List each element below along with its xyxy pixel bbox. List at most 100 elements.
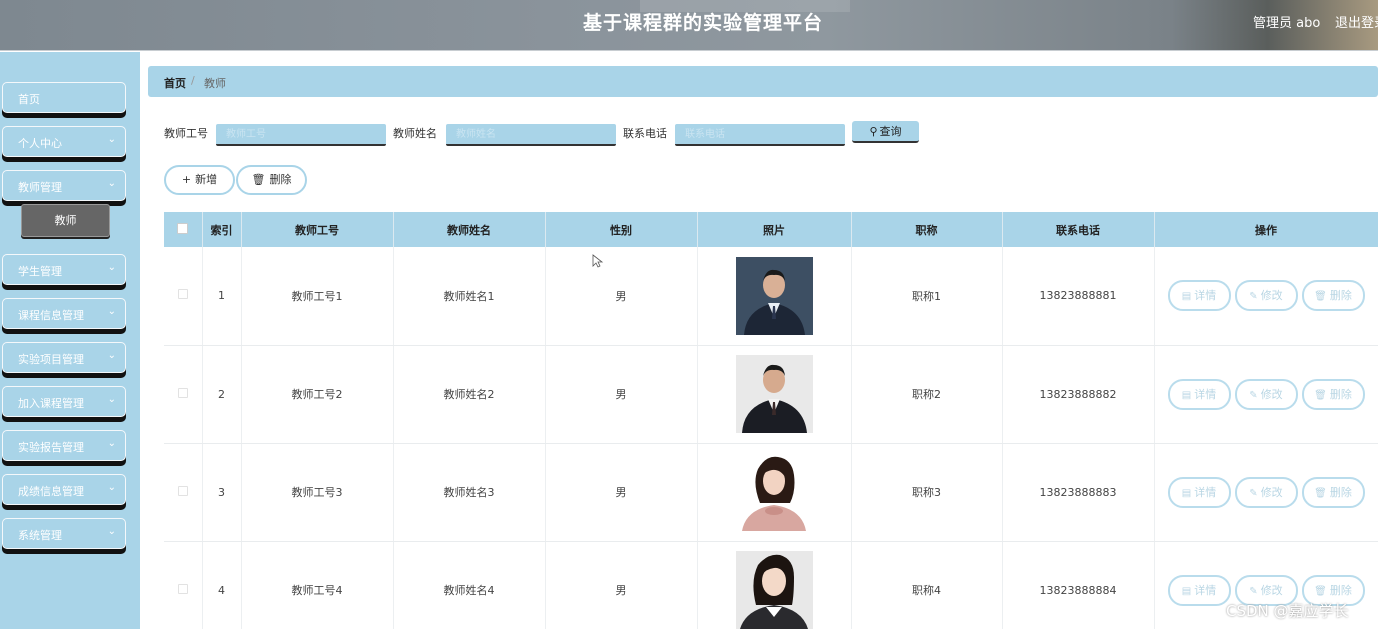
cell-teacher-no: 教师工号2 — [241, 345, 394, 444]
cell-teacher-name: 教师姓名3 — [393, 443, 546, 542]
detail-button[interactable]: ▤ 详情 — [1167, 574, 1231, 606]
cell-phone: 13823888883 — [1002, 443, 1155, 542]
detail-button[interactable]: ▤ 详情 — [1167, 280, 1231, 312]
table-row: 4 教师工号4 教师姓名4 男 职称4 13823888884 ▤ 详情 ✎ 修… — [164, 541, 1378, 629]
cell-teacher-name: 教师姓名1 — [393, 247, 546, 346]
chevron-down-icon: ⌄ — [107, 350, 116, 361]
cell-phone: 13823888881 — [1002, 247, 1155, 346]
chevron-down-icon: ⌄ — [107, 134, 116, 145]
teacher-photo — [735, 453, 813, 531]
chevron-down-icon: ⌄ — [107, 526, 116, 537]
row-delete-label: 删除 — [1329, 387, 1352, 401]
sidebar-item-label: 实验项目管理 — [18, 353, 84, 366]
table-row: 2 教师工号2 教师姓名2 男 职称2 13823888882 ▤ 详情 ✎ 修… — [164, 345, 1378, 444]
row-delete-label: 删除 — [1329, 289, 1352, 303]
sidebar-item-join-course[interactable]: 加入课程管理 ⌄ — [2, 386, 126, 417]
cell-gender: 男 — [545, 247, 698, 346]
row-select-cell — [164, 541, 203, 629]
edit-label: 修改 — [1260, 583, 1283, 597]
row-checkbox[interactable] — [177, 583, 188, 594]
detail-label: 详情 — [1194, 289, 1217, 303]
row-delete-button[interactable]: 🗑 删除 — [1301, 476, 1365, 508]
detail-button[interactable]: ▤ 详情 — [1167, 476, 1231, 508]
cell-title: 职称4 — [851, 541, 1003, 629]
edit-label: 修改 — [1260, 289, 1283, 303]
plus-icon: + — [181, 173, 192, 186]
cell-actions: ▤ 详情 ✎ 修改 🗑 删除 — [1154, 443, 1378, 542]
sidebar-item-teacher-management[interactable]: 教师管理 ⌄ — [2, 170, 126, 201]
detail-button[interactable]: ▤ 详情 — [1167, 378, 1231, 410]
chevron-down-icon: ⌄ — [107, 394, 116, 405]
pencil-icon: ✎ — [1249, 389, 1258, 401]
sidebar-item-label: 个人中心 — [18, 137, 62, 150]
sidebar-item-label: 加入课程管理 — [18, 397, 84, 410]
phone-input[interactable] — [675, 124, 845, 146]
cell-index: 2 — [202, 345, 242, 444]
edit-label: 修改 — [1260, 387, 1283, 401]
cell-gender: 男 — [545, 443, 698, 542]
document-icon: ▤ — [1181, 389, 1192, 401]
sidebar-item-student-management[interactable]: 学生管理 ⌄ — [2, 254, 126, 285]
trash-icon: 🗑 — [1314, 487, 1327, 499]
sidebar-subitem-teacher[interactable]: 教师 — [21, 204, 110, 237]
sidebar-item-grade-info[interactable]: 成绩信息管理 ⌄ — [2, 474, 126, 505]
cell-title: 职称2 — [851, 345, 1003, 444]
row-checkbox[interactable] — [177, 387, 188, 398]
teacher-no-input[interactable] — [216, 124, 386, 146]
sidebar-item-label: 实验报告管理 — [18, 441, 84, 454]
edit-button[interactable]: ✎ 修改 — [1234, 378, 1298, 410]
cell-index: 3 — [202, 443, 242, 542]
cell-photo — [697, 247, 852, 346]
sidebar-item-label: 课程信息管理 — [18, 309, 84, 322]
row-select-cell — [164, 345, 203, 444]
cell-teacher-name: 教师姓名2 — [393, 345, 546, 444]
sidebar-item-label: 成绩信息管理 — [18, 485, 84, 498]
row-select-cell — [164, 247, 203, 346]
col-header-gender: 性别 — [545, 212, 698, 247]
pencil-icon: ✎ — [1249, 487, 1258, 499]
edit-button[interactable]: ✎ 修改 — [1234, 476, 1298, 508]
query-button[interactable]: ⚲ 查询 — [852, 121, 919, 143]
sidebar-item-experiment-project[interactable]: 实验项目管理 ⌄ — [2, 342, 126, 373]
sidebar-item-course-info[interactable]: 课程信息管理 ⌄ — [2, 298, 126, 329]
col-header-teacher-no: 教师工号 — [241, 212, 394, 247]
logout-link[interactable]: 退出登录 — [1335, 12, 1378, 31]
table-header-row: 索引 教师工号 教师姓名 性别 照片 职称 联系电话 操作 — [164, 212, 1378, 247]
sidebar-item-label: 首页 — [18, 93, 40, 106]
query-label: 查询 — [879, 125, 902, 138]
sidebar-item-personal-center[interactable]: 个人中心 ⌄ — [2, 126, 126, 157]
cell-photo — [697, 345, 852, 444]
row-checkbox[interactable] — [177, 485, 188, 496]
chevron-down-icon: ⌄ — [107, 482, 116, 493]
row-checkbox[interactable] — [177, 289, 188, 300]
sidebar-item-experiment-report[interactable]: 实验报告管理 ⌄ — [2, 430, 126, 461]
trash-icon: 🗑 — [1314, 585, 1327, 597]
teacher-name-input[interactable] — [446, 124, 616, 146]
chevron-down-icon: ⌄ — [107, 178, 116, 189]
cell-teacher-no: 教师工号1 — [241, 247, 394, 346]
select-all-checkbox[interactable] — [177, 222, 189, 234]
row-delete-button[interactable]: 🗑 删除 — [1301, 378, 1365, 410]
sidebar-item-system-management[interactable]: 系统管理 ⌄ — [2, 518, 126, 549]
batch-delete-button[interactable]: 🗑 删除 — [236, 165, 307, 195]
teacher-photo — [735, 355, 813, 433]
breadcrumb-home[interactable]: 首页 — [164, 75, 186, 91]
document-icon: ▤ — [1181, 487, 1192, 499]
cell-title: 职称3 — [851, 443, 1003, 542]
edit-button[interactable]: ✎ 修改 — [1234, 280, 1298, 312]
cell-phone: 13823888884 — [1002, 541, 1155, 629]
col-header-teacher-name: 教师姓名 — [393, 212, 546, 247]
detail-label: 详情 — [1194, 387, 1217, 401]
row-delete-label: 删除 — [1329, 583, 1352, 597]
select-all-cell — [164, 212, 203, 247]
cell-index: 1 — [202, 247, 242, 346]
chevron-down-icon: ⌄ — [107, 438, 116, 449]
add-button[interactable]: + 新增 — [164, 165, 235, 195]
sidebar-item-home[interactable]: 首页 — [2, 82, 126, 113]
detail-label: 详情 — [1194, 583, 1217, 597]
document-icon: ▤ — [1181, 291, 1192, 303]
row-delete-label: 删除 — [1329, 485, 1352, 499]
sidebar-item-label: 系统管理 — [18, 529, 62, 542]
sidebar: 首页 个人中心 ⌄ 教师管理 ⌄ 教师 学生管理 ⌄ 课程信息管理 ⌄ 实验项目… — [0, 52, 140, 629]
row-delete-button[interactable]: 🗑 删除 — [1301, 280, 1365, 312]
